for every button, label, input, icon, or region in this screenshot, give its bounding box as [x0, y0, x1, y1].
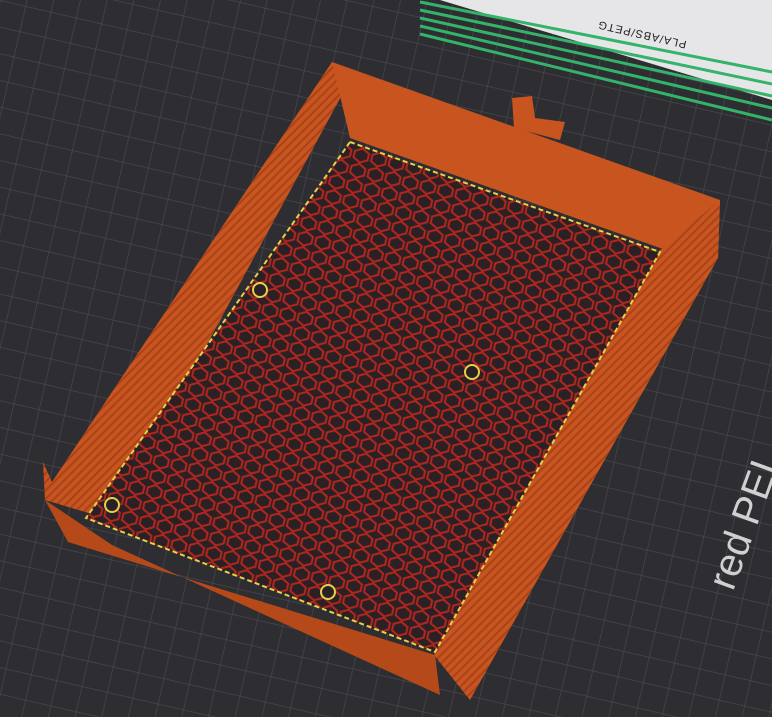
- mounting-hole: [252, 282, 268, 298]
- mounting-hole: [104, 497, 120, 513]
- mounting-hole: [464, 364, 480, 380]
- mounting-hole: [320, 584, 336, 600]
- 3d-viewport[interactable]: [0, 0, 772, 717]
